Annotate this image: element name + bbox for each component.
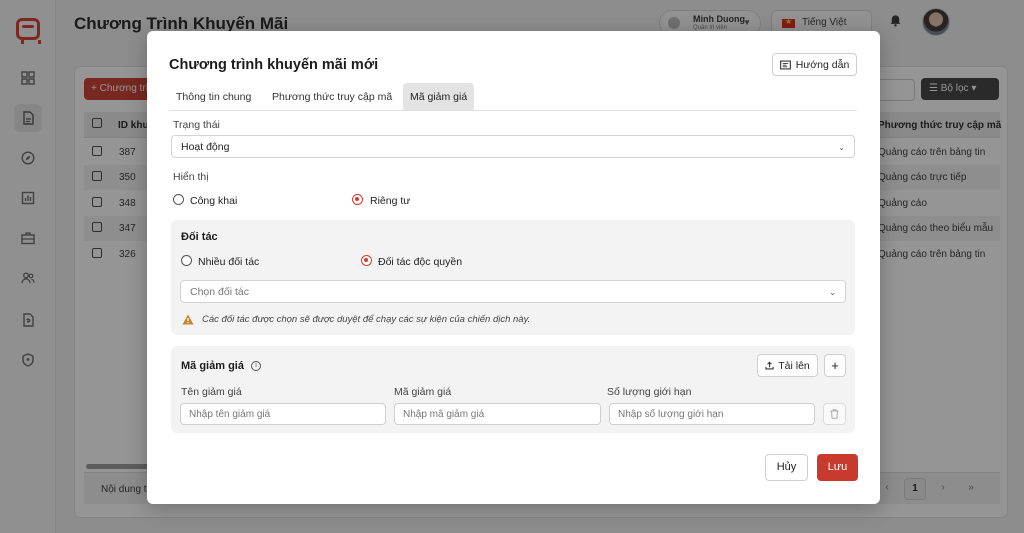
modal-tabs: Thông tin chung Phương thức truy cập mã … xyxy=(169,83,857,111)
discount-limit-input[interactable]: Nhập số lượng giới hạn xyxy=(609,403,815,425)
trash-icon xyxy=(830,409,839,419)
save-button[interactable]: Lưu xyxy=(817,454,858,481)
tab-general-info[interactable]: Thông tin chung xyxy=(169,83,258,110)
status-value: Hoạt động xyxy=(181,140,230,153)
visibility-public-label[interactable]: Công khai xyxy=(190,195,237,207)
partner-multiple-label[interactable]: Nhiều đối tác xyxy=(198,256,259,268)
chevron-down-icon: ⌄ xyxy=(838,143,845,152)
delete-row-button[interactable] xyxy=(823,403,846,425)
partner-warning-text: Các đối tác được chọn sẽ được duyệt để c… xyxy=(202,314,531,325)
discount-title: Mã giảm giá xyxy=(181,360,244,372)
discount-name-label: Tên giảm giá xyxy=(181,386,242,398)
visibility-private-radio[interactable] xyxy=(352,194,363,205)
chevron-down-icon: ⌄ xyxy=(829,288,836,297)
partner-select[interactable]: Chọn đối tác ⌄ xyxy=(180,280,846,303)
info-icon[interactable]: i xyxy=(251,361,261,371)
new-promotion-modal: Chương trình khuyến mãi mới Hướng dẫn Th… xyxy=(147,31,880,504)
status-select[interactable]: Hoạt động ⌄ xyxy=(171,135,855,158)
status-label: Trạng thái xyxy=(173,119,220,131)
partner-title: Đối tác xyxy=(181,231,218,243)
add-discount-button[interactable]: + xyxy=(824,354,846,377)
book-icon xyxy=(779,60,791,69)
visibility-label: Hiển thị xyxy=(173,171,209,183)
upload-icon xyxy=(765,361,774,370)
partner-exclusive-radio[interactable] xyxy=(361,255,372,266)
discount-name-input[interactable]: Nhập tên giảm giá xyxy=(180,403,386,425)
guide-button[interactable]: Hướng dẫn xyxy=(772,53,857,76)
upload-label: Tải lên xyxy=(778,359,810,372)
partner-multiple-radio[interactable] xyxy=(181,255,192,266)
visibility-private-label[interactable]: Riêng tư xyxy=(370,195,410,207)
partner-select-placeholder: Chọn đối tác xyxy=(190,285,249,298)
tab-discount-codes[interactable]: Mã giảm giá xyxy=(403,83,475,110)
modal-title: Chương trình khuyến mãi mới xyxy=(169,57,379,73)
guide-label: Hướng dẫn xyxy=(795,58,850,71)
discount-code-label: Mã giảm giá xyxy=(394,386,452,398)
tab-access-method[interactable]: Phương thức truy cập mã xyxy=(265,83,399,110)
upload-button[interactable]: Tải lên xyxy=(757,354,818,377)
warning-icon xyxy=(182,314,194,325)
visibility-public-radio[interactable] xyxy=(173,194,184,205)
discount-limit-label: Số lượng giới hạn xyxy=(607,386,692,398)
cancel-button[interactable]: Hủy xyxy=(765,454,808,481)
discount-code-input[interactable]: Nhập mã giảm giá xyxy=(394,403,601,425)
partner-exclusive-label[interactable]: Đối tác độc quyền xyxy=(378,256,462,268)
